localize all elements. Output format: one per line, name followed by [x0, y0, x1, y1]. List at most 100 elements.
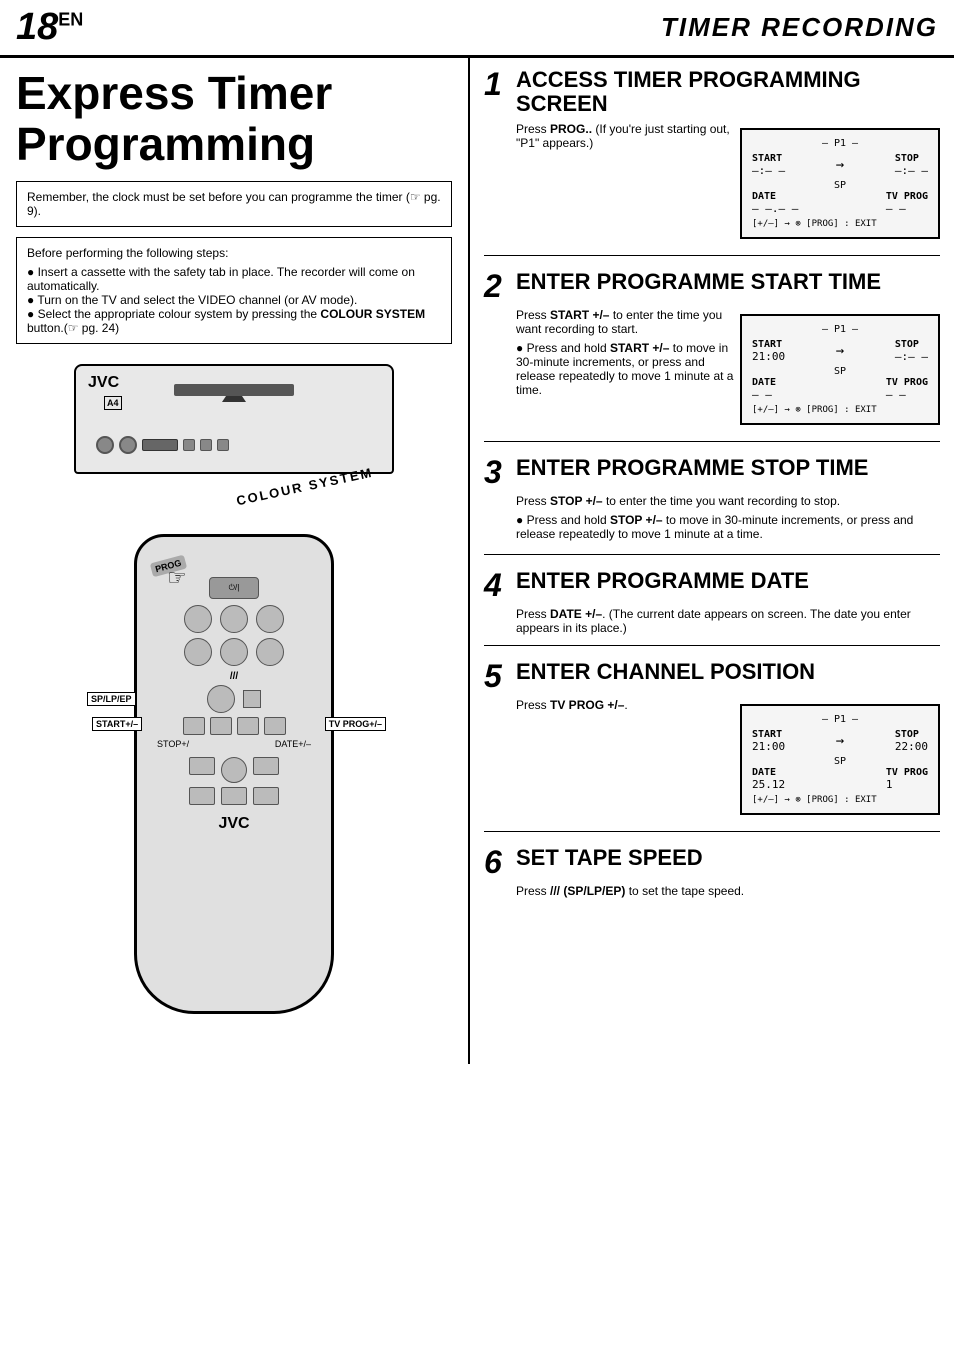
remote-container: PROG ☞ ⏻/| — [134, 514, 334, 1014]
remote-sp-btn[interactable] — [207, 685, 235, 713]
remote-power-btn[interactable]: ⏻/| — [209, 577, 259, 599]
step-item: Select the appropriate colour system by … — [27, 307, 441, 335]
power-icon: ⏻/| — [229, 583, 240, 593]
remote-control: PROG ☞ ⏻/| — [134, 534, 334, 1014]
step-3-header: 3 ENTER PROGRAMME STOP TIME — [484, 456, 940, 488]
vcr-knob — [119, 436, 137, 454]
vcr-btn — [183, 439, 195, 451]
step-1-section: 1 ACCESS TIMER PROGRAMMING SCREEN – P1 –… — [484, 68, 940, 256]
step-1-display: – P1 – START –:– – → STOP –:– – SP — [740, 128, 940, 239]
vcr-knob — [96, 436, 114, 454]
transport-row-2 — [189, 787, 279, 805]
step-item: Turn on the TV and select the VIDEO chan… — [27, 293, 441, 307]
remote-num-btn[interactable] — [256, 638, 284, 666]
colour-system-area: COLOUR SYSTEM — [74, 474, 394, 514]
prev-btn[interactable] — [189, 787, 215, 805]
transport-row-1 — [189, 757, 279, 783]
step-5-header: 5 ENTER CHANNEL POSITION — [484, 660, 940, 692]
step-6-number: 6 — [484, 846, 508, 878]
step-1-body: – P1 – START –:– – → STOP –:– – SP — [516, 122, 940, 245]
remote-num-btn[interactable] — [220, 638, 248, 666]
display-start-stop-row: START –:– – → STOP –:– – — [752, 153, 928, 177]
step-1-number: 1 — [484, 68, 508, 100]
step-5-section: 5 ENTER CHANNEL POSITION – P1 – START 21… — [484, 660, 940, 832]
step-3-title: ENTER PROGRAMME STOP TIME — [516, 456, 868, 480]
step-3-number: 3 — [484, 456, 508, 488]
step-2-display: – P1 – START 21:00 → STOP –:– – SP — [740, 314, 940, 425]
remote-start-label: START+/– — [92, 717, 142, 731]
remote-jvc-label: JVC — [218, 815, 249, 833]
info-box: Remember, the clock must be set before y… — [16, 181, 452, 227]
step-5-title: ENTER CHANNEL POSITION — [516, 660, 815, 684]
step-5-body: – P1 – START 21:00 → STOP 22:00 SP — [516, 698, 940, 821]
right-column: 1 ACCESS TIMER PROGRAMMING SCREEN – P1 –… — [470, 58, 954, 1064]
step-5-number: 5 — [484, 660, 508, 692]
vcr-btn — [217, 439, 229, 451]
section-title: TIMER RECORDING — [661, 12, 938, 43]
remote-sp-label: SP/LP/EP — [87, 692, 136, 706]
step-3-bullets: Press and hold STOP +/– to move in 30-mi… — [516, 513, 940, 541]
step-item: Insert a cassette with the safety tab in… — [27, 265, 441, 293]
main-layout: Express Timer Programming Remember, the … — [0, 58, 954, 1064]
step-5-display: – P1 – START 21:00 → STOP 22:00 SP — [740, 704, 940, 815]
fastforward-btn[interactable] — [253, 757, 279, 775]
steps-list: Insert a cassette with the safety tab in… — [27, 265, 441, 335]
remote-plus-btn[interactable] — [264, 717, 286, 735]
vcr-display — [142, 439, 178, 451]
remote-plus-btn[interactable] — [237, 717, 259, 735]
remote-labels-row: STOP+/ DATE+/– — [147, 739, 321, 749]
step-2-header: 2 ENTER PROGRAMME START TIME — [484, 270, 940, 302]
remote-transport — [189, 757, 279, 805]
remote-tvprog-label: TV PROG+/– — [325, 717, 386, 731]
hand-icon: ☞ — [167, 565, 187, 591]
remote-row-2 — [184, 638, 284, 666]
stop-btn[interactable] — [221, 757, 247, 783]
remote-plus-btn[interactable] — [183, 717, 205, 735]
remote-speed-indicator: /// — [230, 671, 238, 682]
display-date-tvprog-row: DATE – –.– – TV PROG – – — [752, 191, 928, 215]
step-4-title: ENTER PROGRAMME DATE — [516, 569, 809, 593]
next-btn[interactable] — [253, 787, 279, 805]
rewind-btn[interactable] — [189, 757, 215, 775]
vcr-jvc-label: JVC A4 — [88, 374, 119, 392]
step-4-header: 4 ENTER PROGRAMME DATE — [484, 569, 940, 601]
play-btn[interactable] — [221, 787, 247, 805]
left-column: Express Timer Programming Remember, the … — [0, 58, 470, 1064]
remote-num-btn[interactable] — [220, 605, 248, 633]
step-6-section: 6 SET TAPE SPEED Press /// (SP/LP/EP) to… — [484, 846, 940, 908]
remote-num-btn[interactable] — [256, 605, 284, 633]
step-4-body: Press DATE +/–. (The current date appear… — [516, 607, 940, 635]
step-6-title: SET TAPE SPEED — [516, 846, 703, 870]
steps-box: Before performing the following steps: I… — [16, 237, 452, 344]
vcr-unit: JVC A4 — [74, 364, 394, 474]
page-number: 18EN — [16, 6, 83, 49]
remote-plus-btn[interactable] — [210, 717, 232, 735]
step-1-title: ACCESS TIMER PROGRAMMING SCREEN — [516, 68, 940, 116]
remote-num-btn[interactable] — [184, 638, 212, 666]
vcr-illustration: JVC A4 COLOUR SYSTEM — [16, 354, 452, 1054]
step-3-body: Press STOP +/– to enter the time you wan… — [516, 494, 940, 541]
step-2-body: – P1 – START 21:00 → STOP –:– – SP — [516, 308, 940, 431]
remote-date-label: DATE+/– — [275, 739, 311, 749]
remote-rect-btn[interactable] — [243, 690, 261, 708]
step-2-title: ENTER PROGRAMME START TIME — [516, 270, 881, 294]
step-6-header: 6 SET TAPE SPEED — [484, 846, 940, 878]
remote-plus-row: START+/– TV PROG+/– — [147, 717, 321, 735]
vcr-model: A4 — [104, 396, 122, 410]
step-1-header: 1 ACCESS TIMER PROGRAMMING SCREEN — [484, 68, 940, 116]
vcr-slot — [174, 384, 294, 396]
vcr-btn — [200, 439, 212, 451]
page-title: Express Timer Programming — [16, 68, 452, 169]
page-header: 18EN TIMER RECORDING — [0, 0, 954, 58]
bullet-item: Press and hold STOP +/– to move in 30-mi… — [516, 513, 940, 541]
step-3-section: 3 ENTER PROGRAMME STOP TIME Press STOP +… — [484, 456, 940, 555]
remote-row-1 — [184, 605, 284, 633]
step-4-number: 4 — [484, 569, 508, 601]
step-4-section: 4 ENTER PROGRAMME DATE Press DATE +/–. (… — [484, 569, 940, 646]
step-6-body: Press /// (SP/LP/EP) to set the tape spe… — [516, 884, 940, 898]
remote-num-btn[interactable] — [184, 605, 212, 633]
remote-stop-label: STOP+/ — [157, 739, 189, 749]
step-2-number: 2 — [484, 270, 508, 302]
remote-sp-row: SP/LP/EP — [147, 685, 321, 713]
step-2-section: 2 ENTER PROGRAMME START TIME – P1 – STAR… — [484, 270, 940, 442]
